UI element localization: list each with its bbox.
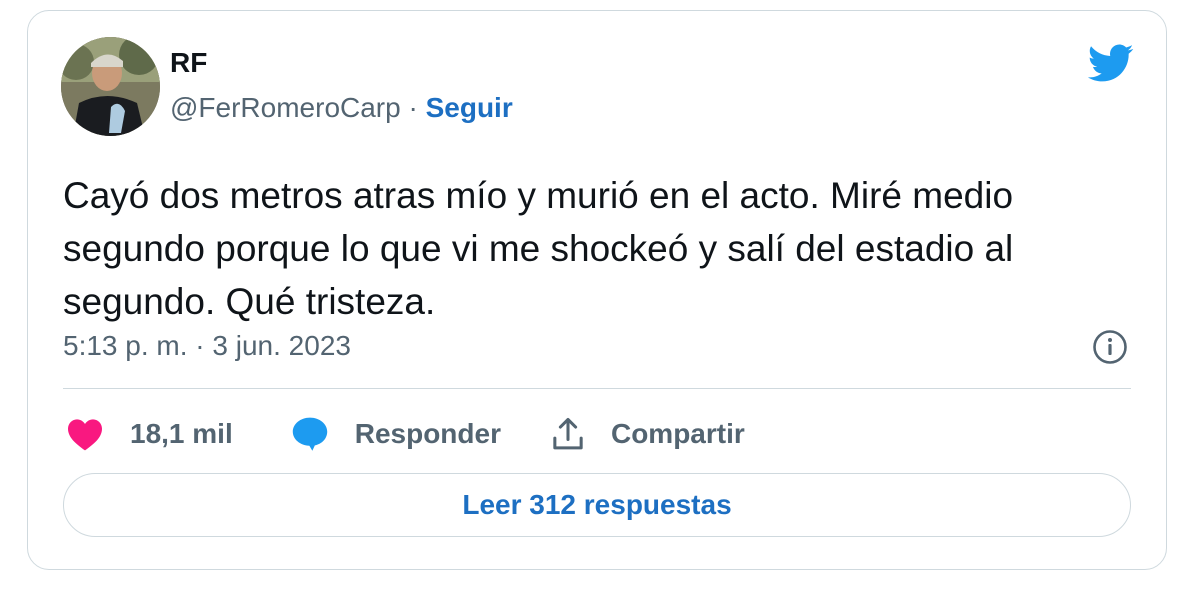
handle-separator: ·: [400, 92, 426, 123]
speech-bubble-icon: [292, 417, 327, 451]
divider: [63, 388, 1131, 389]
reply-label: Responder: [354, 418, 501, 449]
heart-icon: [68, 419, 102, 451]
share-label: Compartir: [610, 418, 745, 449]
action-bar: 18,1 mil Responder Compartir: [66, 411, 745, 457]
like-count: 18,1 mil: [130, 418, 233, 449]
twitter-bird-icon[interactable]: [1086, 39, 1134, 87]
author-name[interactable]: RF: [170, 47, 207, 79]
follow-button[interactable]: Seguir: [426, 92, 513, 123]
tweet-timestamp[interactable]: 5:13 p. m. · 3 jun. 2023: [63, 330, 351, 362]
handle-row: @FerRomeroCarp · Seguir: [170, 92, 513, 124]
reply-button[interactable]: Responder: [291, 416, 501, 452]
read-replies-button[interactable]: Leer 312 respuestas: [63, 473, 1131, 537]
author-handle[interactable]: @FerRomeroCarp: [170, 92, 401, 123]
info-icon[interactable]: [1092, 329, 1128, 365]
share-upload-icon: [553, 417, 583, 450]
tweet-card: RF @FerRomeroCarp · Seguir Cayó dos metr…: [27, 10, 1167, 570]
share-button[interactable]: Compartir: [551, 416, 745, 452]
avatar[interactable]: [61, 37, 160, 136]
tweet-text: Cayó dos metros atras mío y murió en el …: [63, 175, 1014, 322]
avatar-photo: [61, 37, 160, 136]
like-button[interactable]: 18,1 mil: [66, 417, 233, 451]
